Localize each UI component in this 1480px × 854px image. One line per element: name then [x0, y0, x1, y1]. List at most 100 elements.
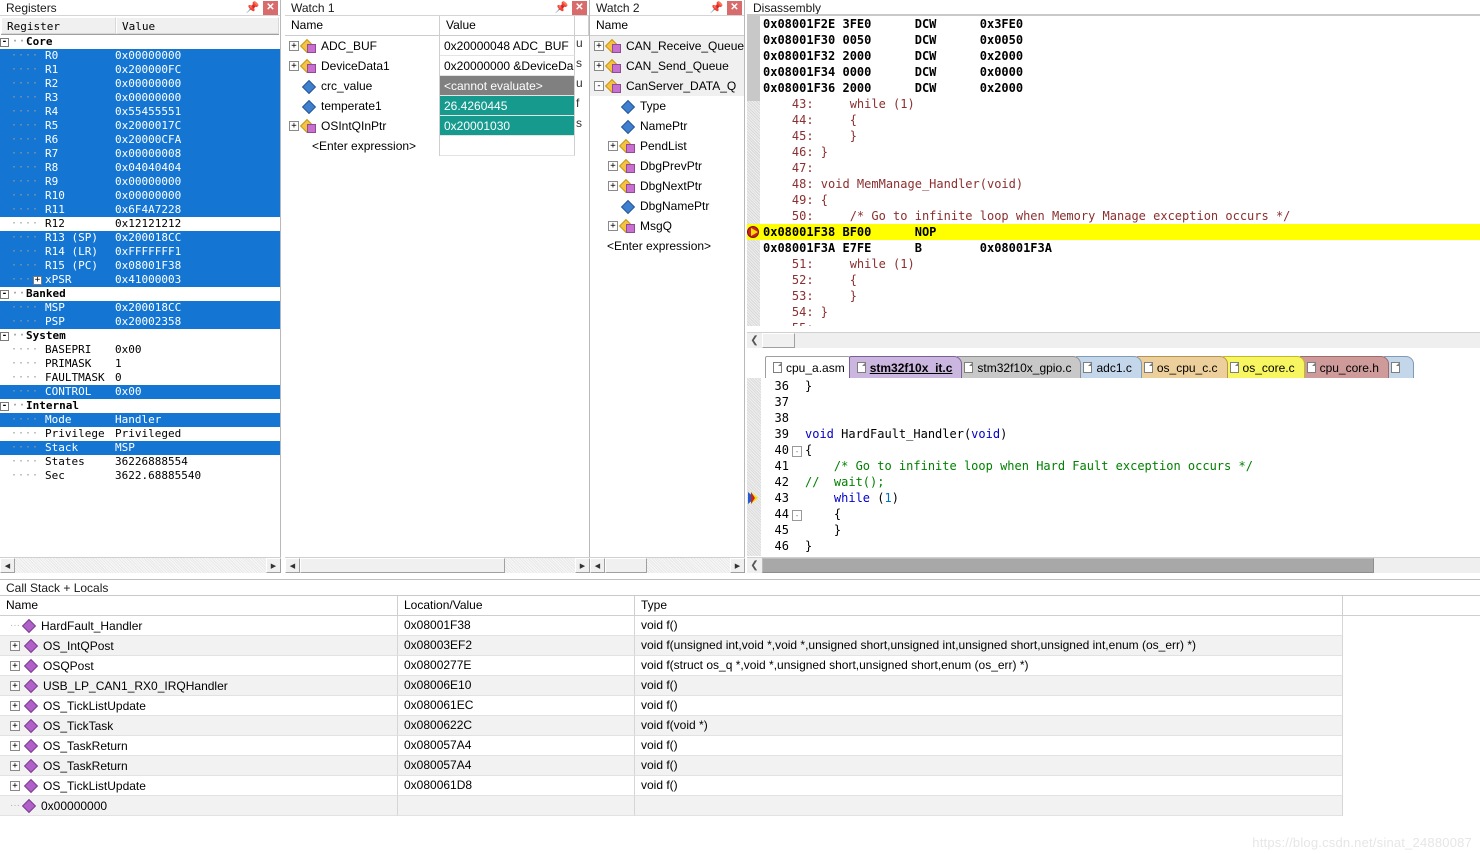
column-header-name[interactable]: Name: [0, 596, 398, 615]
expander-icon[interactable]: +: [608, 221, 618, 231]
register-row[interactable]: ···· R2 0x00000000: [0, 77, 280, 91]
expander-icon[interactable]: +: [608, 161, 618, 171]
pin-icon[interactable]: 📌: [554, 1, 569, 15]
disassembly-source-line[interactable]: 54: }: [747, 304, 1480, 320]
breakpoint-pc-icon[interactable]: [747, 225, 761, 239]
expander-icon[interactable]: +: [594, 61, 604, 71]
register-row[interactable]: ···· R5 0x2000017C: [0, 119, 280, 133]
watch-row[interactable]: + CAN_Send_Queue: [590, 56, 744, 76]
scroll-track[interactable]: [605, 558, 730, 573]
column-header-type[interactable]: [575, 16, 589, 35]
editor-code-line[interactable]: 42 // wait();: [747, 474, 1480, 490]
register-group-row[interactable]: - ··· Core: [0, 35, 280, 49]
watch-value[interactable]: 0x20000048 ADC_BUF: [440, 36, 575, 56]
register-value[interactable]: 0x200018CC: [115, 301, 280, 315]
column-header-register[interactable]: Register: [1, 17, 116, 34]
scroll-right-icon[interactable]: ▶: [730, 558, 745, 573]
expander-icon[interactable]: +: [10, 700, 20, 711]
watch-name[interactable]: Type: [590, 96, 744, 116]
column-header-name[interactable]: Name: [285, 16, 440, 35]
expander-icon[interactable]: +: [10, 660, 20, 671]
disassembly-source-line[interactable]: 50: /* Go to infinite loop when Memory M…: [747, 208, 1480, 224]
editor-tab-stm32f10x-gpio-c[interactable]: stm32f10x_gpio.c: [956, 356, 1082, 378]
editor-code-line[interactable]: 46}: [747, 538, 1480, 554]
disassembly-instruction-line[interactable]: 0x08001F38 BF00 NOP: [747, 224, 1480, 240]
registers-tree[interactable]: - ··· Core ···· R0 0x00000000 ···· R1 0x200000FC…: [0, 35, 280, 570]
register-row[interactable]: ··· + xPSR 0x41000003: [0, 273, 280, 287]
disassembly-source-line[interactable]: 51: while (1): [747, 256, 1480, 272]
register-row[interactable]: ···· R15 (PC) 0x08001F38: [0, 259, 280, 273]
scroll-left-icon[interactable]: ◀: [590, 558, 605, 573]
disassembly-instruction-line[interactable]: 0x08001F3A E7FE B 0x08001F3A: [747, 240, 1480, 256]
editor-tab-cpu-a-asm[interactable]: cpu_a.asm: [765, 356, 855, 378]
callstack-row[interactable]: + USB_LP_CAN1_RX0_IRQHandler 0x08006E10 voi…: [0, 676, 1480, 696]
watch1-list[interactable]: + ADC_BUF 0x20000048 ADC_BUF u + DeviceData1 0…: [285, 36, 589, 156]
editor-code-line[interactable]: 45 }: [747, 522, 1480, 538]
register-value[interactable]: 3622.68885540: [115, 469, 280, 483]
disassembly-instruction-line[interactable]: 0x08001F2E 3FE0 DCW 0x3FE0: [747, 16, 1480, 32]
register-row[interactable]: ···· R6 0x20000CFA: [0, 133, 280, 147]
scroll-left-icon[interactable]: ◀: [0, 558, 15, 573]
watch-row[interactable]: + MsgQ: [590, 216, 744, 236]
pin-icon[interactable]: 📌: [709, 1, 724, 15]
register-row[interactable]: ···· R8 0x04040404: [0, 161, 280, 175]
callstack-row[interactable]: + OSQPost 0x0800277E void f(struct os_q *,v…: [0, 656, 1480, 676]
expander-icon[interactable]: +: [10, 640, 20, 651]
watch-row[interactable]: + CAN_Receive_Queue: [590, 36, 744, 56]
watch-name[interactable]: DbgNamePtr: [590, 196, 744, 216]
callstack-row[interactable]: ··· HardFault_Handler 0x08001F38 void f(): [0, 616, 1480, 636]
editor-code-line[interactable]: 44- {: [747, 506, 1480, 522]
register-row[interactable]: ···· R11 0x6F4A7228: [0, 203, 280, 217]
column-header-value[interactable]: Value: [116, 17, 279, 34]
register-value[interactable]: 0x6F4A7228: [115, 203, 280, 217]
disassembly-instruction-line[interactable]: 0x08001F32 2000 DCW 0x2000: [747, 48, 1480, 64]
editor-tab-os-core-c[interactable]: os_core.c: [1221, 356, 1305, 378]
scroll-track[interactable]: [300, 558, 575, 573]
register-group-row[interactable]: - ··· Banked: [0, 287, 280, 301]
expander-icon[interactable]: -: [594, 81, 604, 91]
watch2-hscrollbar[interactable]: ◀ ▶: [590, 557, 745, 573]
watch-name[interactable]: + DeviceData1: [285, 56, 440, 76]
watch-row[interactable]: + DbgPrevPtr: [590, 156, 744, 176]
callstack-row[interactable]: + OS_TickListUpdate 0x080061EC void f(): [0, 696, 1480, 716]
expander-icon[interactable]: +: [608, 141, 618, 151]
register-row[interactable]: ···· MSP 0x200018CC: [0, 301, 280, 315]
register-value[interactable]: 0x00000000: [115, 49, 280, 63]
scroll-right-icon[interactable]: ▶: [266, 558, 281, 573]
pin-icon[interactable]: 📌: [245, 1, 260, 15]
expander-icon[interactable]: -: [0, 289, 9, 299]
watch-row[interactable]: + PendList: [590, 136, 744, 156]
register-value[interactable]: 36226888554: [115, 455, 280, 469]
watch-value[interactable]: 26.4260445: [440, 96, 575, 116]
watch-row[interactable]: - CanServer_DATA_Q: [590, 76, 744, 96]
disassembly-hscrollbar[interactable]: ❮: [747, 332, 1480, 348]
expander-icon[interactable]: +: [289, 121, 299, 131]
watch-name[interactable]: <Enter expression>: [590, 236, 744, 256]
disassembly-instruction-line[interactable]: 0x08001F30 0050 DCW 0x0050: [747, 32, 1480, 48]
expander-icon[interactable]: +: [10, 720, 20, 731]
watch-name[interactable]: + CAN_Send_Queue: [590, 56, 744, 76]
register-value[interactable]: 0x00000000: [115, 91, 280, 105]
callstack-name[interactable]: ··· HardFault_Handler: [0, 616, 398, 636]
disassembly-source-line[interactable]: 46: }: [747, 144, 1480, 160]
register-value[interactable]: 0x00000000: [115, 77, 280, 91]
disassembly-source-line[interactable]: 43: while (1): [747, 96, 1480, 112]
register-value[interactable]: 0x00000000: [115, 175, 280, 189]
watch-row[interactable]: + DeviceData1 0x20000000 &DeviceDa... s: [285, 56, 589, 76]
watch-name[interactable]: temperate1: [285, 96, 440, 116]
watch-value[interactable]: [440, 136, 575, 156]
expander-icon[interactable]: +: [10, 760, 20, 771]
callstack-name[interactable]: + USB_LP_CAN1_RX0_IRQHandler: [0, 676, 398, 696]
scroll-left-icon[interactable]: ❮: [747, 335, 762, 346]
editor-code-view[interactable]: 36} 37 38 39 void HardFault_Handler(void) 40-…: [747, 378, 1480, 556]
watch-name[interactable]: - CanServer_DATA_Q: [590, 76, 744, 96]
register-value[interactable]: 1: [115, 357, 280, 371]
editor-hscrollbar[interactable]: ❮: [747, 557, 1480, 573]
register-value[interactable]: 0x00000000: [115, 189, 280, 203]
callstack-name[interactable]: + OS_TaskReturn: [0, 756, 398, 776]
disassembly-code-view[interactable]: 0x08001F2E 3FE0 DCW 0x3FE0 0x08001F30 005…: [747, 16, 1480, 326]
watch-row[interactable]: + DbgNextPtr: [590, 176, 744, 196]
callstack-name[interactable]: + OS_TickListUpdate: [0, 776, 398, 796]
editor-code-line[interactable]: 39 void HardFault_Handler(void): [747, 426, 1480, 442]
register-row[interactable]: ···· Stack MSP: [0, 441, 280, 455]
